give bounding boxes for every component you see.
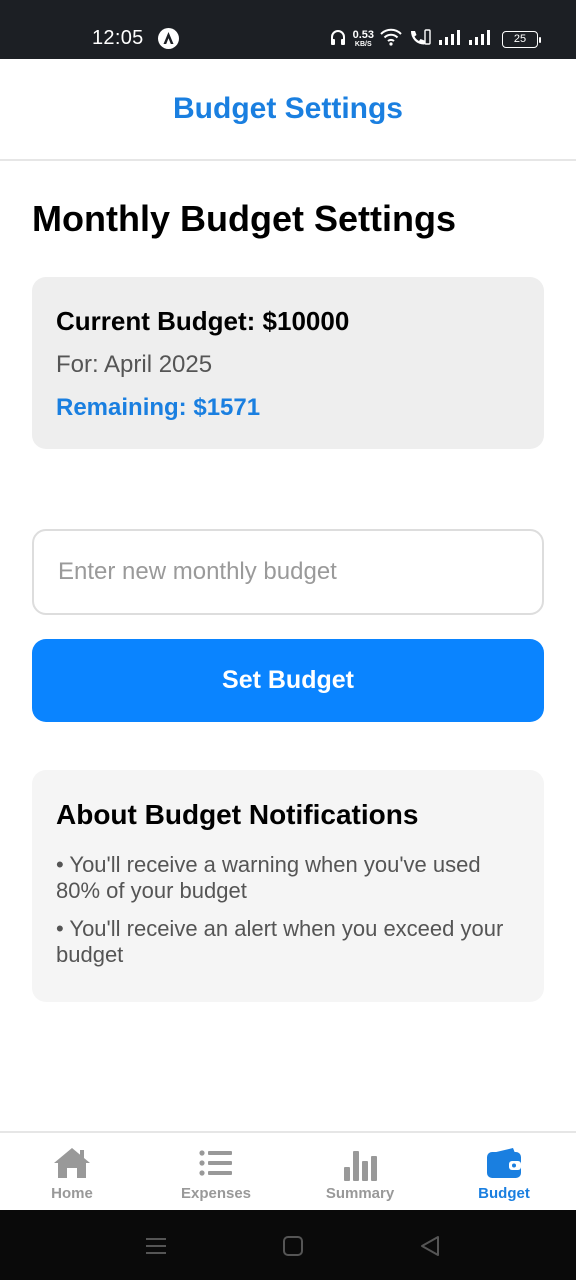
battery-indicator: 25: [502, 30, 541, 48]
header-title: Budget Settings: [173, 92, 403, 125]
budget-period: For: April 2025: [56, 351, 213, 378]
network-speed-value: 0.53: [352, 29, 374, 41]
volte-call-icon: [408, 28, 432, 51]
status-time: 12:05: [92, 27, 144, 49]
tab-home-label: Home: [51, 1185, 93, 1202]
home-icon: [53, 1147, 91, 1179]
battery-level: 25: [513, 33, 527, 45]
wallet-icon: [486, 1147, 522, 1179]
status-icons: 0.53 KB/S 25: [329, 26, 541, 52]
app-notification-icon: [158, 28, 179, 49]
info-item-warning: • You'll receive a warning when you've u…: [56, 852, 481, 903]
tab-summary[interactable]: Summary: [288, 1133, 432, 1210]
info-title: About Budget Notifications: [56, 799, 419, 830]
tab-expenses[interactable]: Expenses: [144, 1133, 288, 1210]
tab-summary-label: Summary: [325, 1185, 395, 1202]
signal-strength-icon-2: [468, 29, 492, 50]
bar-chart-icon: [343, 1147, 377, 1181]
tab-budget[interactable]: Budget: [432, 1133, 576, 1210]
new-budget-input[interactable]: [32, 529, 544, 615]
set-budget-button[interactable]: Set Budget: [32, 639, 544, 722]
tab-expenses-label: Expenses: [180, 1185, 252, 1202]
app-header: Budget Settings: [0, 59, 576, 161]
bottom-tab-bar: Home Expenses Summary Budget: [0, 1131, 576, 1210]
current-budget-card: Current Budget: $10000 For: April 2025 R…: [32, 277, 544, 449]
network-speed-unit: KB/S: [354, 41, 372, 48]
system-navigation-bar: [0, 1210, 576, 1280]
recent-apps-icon[interactable]: [143, 1233, 169, 1259]
current-budget-amount: Current Budget: $10000: [56, 306, 350, 336]
headphones-icon: [329, 28, 347, 51]
page-heading: Monthly Budget Settings: [32, 198, 456, 239]
network-speed: 0.53 KB/S: [352, 29, 374, 49]
home-nav-icon[interactable]: [280, 1233, 306, 1259]
signal-strength-icon-1: [438, 29, 462, 50]
tab-budget-label: Budget: [478, 1185, 530, 1202]
status-bar: 12:05 0.53 KB/S 25: [0, 0, 576, 59]
info-item-alert: • You'll receive an alert when you excee…: [56, 916, 504, 967]
back-icon[interactable]: [417, 1233, 443, 1259]
tab-home[interactable]: Home: [0, 1133, 144, 1210]
budget-notifications-info-card: About Budget Notifications • You'll rece…: [32, 770, 544, 1002]
wifi-icon: [380, 28, 402, 51]
budget-remaining: Remaining: $1571: [56, 394, 261, 421]
list-icon: [198, 1147, 234, 1179]
